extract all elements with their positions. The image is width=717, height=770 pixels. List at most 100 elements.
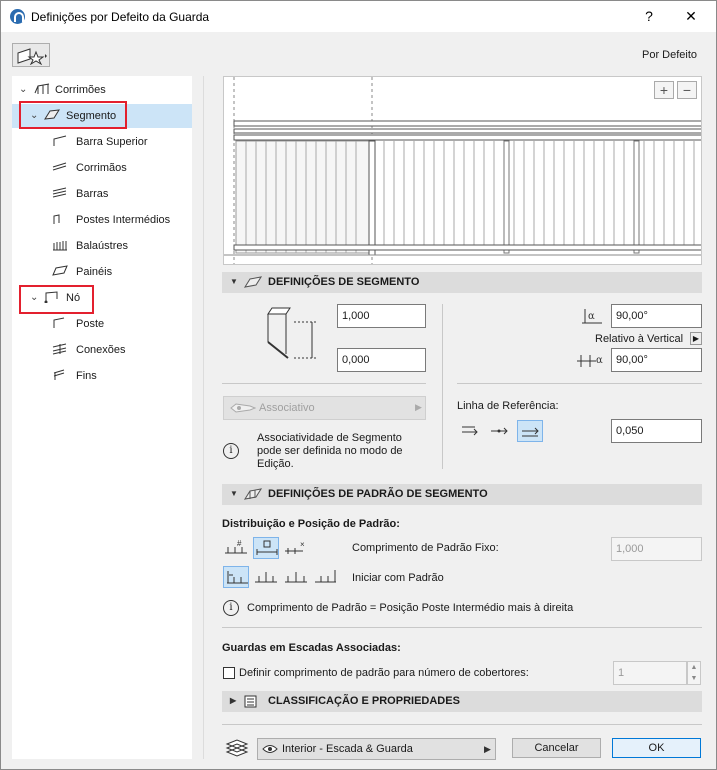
help-button[interactable]: ? [639, 8, 659, 24]
dropdown-arrow-icon: ▶ [484, 744, 491, 754]
title-bar: Definições por Defeito da Guarda ? ✕ [1, 1, 716, 32]
distribution-spacing-button[interactable]: × [283, 537, 309, 559]
tree-item-label: Poste [76, 318, 105, 330]
distribution-count-button[interactable]: # [223, 537, 249, 559]
start-pattern-center-button[interactable] [253, 566, 279, 588]
rails-icon [52, 187, 67, 198]
tree-item-postes-intermedios[interactable]: Postes Intermédios [12, 208, 192, 232]
pattern-info-text: Comprimento de Padrão = Posição Poste In… [247, 602, 574, 614]
window-title: Definições por Defeito da Guarda [31, 10, 210, 24]
fixed-length-label: Comprimento de Padrão Fixo: [352, 542, 499, 554]
collapse-triangle-icon: ▼ [230, 489, 238, 498]
reference-center-button[interactable] [487, 420, 513, 442]
segment-icon [244, 276, 262, 288]
rail-height-field[interactable]: 1,000 [337, 304, 426, 328]
handrail-icon [52, 162, 67, 171]
collapse-triangle-icon: ▼ [230, 277, 238, 286]
post-icon [53, 317, 65, 328]
layer-label: Interior - Escada & Guarda [282, 743, 413, 755]
expand-triangle-icon: ▶ [230, 696, 237, 705]
start-center-icon [255, 572, 277, 583]
associative-icon [230, 403, 256, 413]
segment-settings-header[interactable]: ▼ DEFINIÇÕES DE SEGMENTO [222, 272, 702, 293]
tread-count-checkbox[interactable] [223, 667, 235, 679]
highlight-box [19, 101, 127, 129]
divider [222, 724, 702, 725]
info-icon: i [223, 600, 239, 616]
reference-offset-field[interactable]: 0,050 [611, 419, 702, 443]
svg-text:α: α [596, 355, 603, 366]
connection-icon [52, 343, 67, 355]
layer-dropdown[interactable]: Interior - Escada & Guarda ▶ [257, 738, 496, 760]
distribution-spacing-icon: × [285, 540, 305, 554]
distribution-fixed-button[interactable] [253, 537, 279, 559]
zoom-in-button[interactable]: + [654, 81, 674, 99]
angle-field[interactable]: 90,00° [611, 304, 702, 328]
reference-center-icon [491, 427, 508, 435]
fixed-length-field[interactable]: 1,000 [611, 537, 702, 561]
reference-left-button[interactable] [459, 420, 485, 442]
tread-count-field[interactable]: 1 [613, 661, 687, 685]
reference-right-button[interactable] [517, 420, 543, 442]
cancel-button[interactable]: Cancelar [512, 738, 601, 758]
distribution-fixed-icon [256, 540, 278, 555]
section-title: DEFINIÇÕES DE PADRÃO DE SEGMENTO [268, 488, 488, 500]
relative-dropdown-label[interactable]: Relativo à Vertical [595, 333, 683, 345]
associative-info-line-3: Edição. [257, 458, 294, 470]
reference-line-label: Linha de Referência: [457, 400, 559, 412]
tree-item-barras[interactable]: Barras [12, 182, 192, 206]
railing-icon [34, 83, 50, 94]
ok-button[interactable]: OK [612, 738, 701, 758]
reference-right-icon [522, 427, 539, 437]
pattern-settings-header[interactable]: ▼ DEFINIÇÕES DE PADRÃO DE SEGMENTO [222, 484, 702, 505]
dropdown-arrow-icon: ▶ [415, 402, 422, 412]
favorites-button[interactable] [12, 43, 50, 67]
close-button[interactable]: ✕ [681, 8, 701, 25]
tree-item-balaustres[interactable]: Balaústres [12, 234, 192, 258]
svg-text:α: α [588, 311, 595, 322]
tread-count-stepper[interactable]: ▲ ▼ [687, 661, 701, 685]
tree-item-fins[interactable]: Fins [12, 364, 192, 388]
tree-item-corrimoes[interactable]: ⌄ Corrimões [12, 78, 192, 102]
panel-icon [52, 265, 68, 276]
eye-icon [262, 745, 278, 753]
dialog-window: Definições por Defeito da Guarda ? ✕ Por… [0, 0, 717, 770]
inner-post-icon [53, 214, 60, 224]
tree-item-label: Fins [76, 370, 97, 382]
tree-item-poste[interactable]: Poste [12, 312, 192, 336]
railing-preview-drawing [224, 77, 701, 264]
tree-item-corrimaos[interactable]: Corrimãos [12, 156, 192, 180]
tree-item-label: Painéis [76, 266, 113, 278]
tree-item-label: Corrimões [55, 84, 106, 96]
divider [442, 304, 443, 469]
tree-item-conexoes[interactable]: Conexões [12, 338, 192, 362]
start-left-icon [227, 571, 248, 584]
tree-item-label: Balaústres [76, 240, 128, 252]
start-pattern-label: Iniciar com Padrão [352, 572, 444, 584]
divider [222, 627, 702, 628]
classification-header[interactable]: ▶ CLASSIFICAÇÃO E PROPRIEDADES [222, 691, 702, 712]
associative-button[interactable]: Associativo ▶ [223, 396, 426, 420]
slope-field[interactable]: 90,00° [611, 348, 702, 372]
pattern-icon [244, 488, 262, 500]
zoom-out-button[interactable]: − [677, 81, 697, 99]
associative-label: Associativo [259, 402, 315, 414]
tree-item-paineis[interactable]: Painéis [12, 260, 192, 284]
baluster-icon [53, 241, 67, 251]
tread-count-label: Definir comprimento de padrão para númer… [239, 667, 529, 679]
tree-item-label: Barras [76, 188, 109, 200]
rail-offset-field[interactable]: 0,000 [337, 348, 426, 372]
chevron-down-icon[interactable]: ⌄ [19, 84, 27, 95]
start-pattern-left-button[interactable] [223, 566, 249, 588]
info-icon: i [223, 443, 239, 459]
top-rail-icon [53, 135, 67, 146]
stairs-title: Guardas em Escadas Associadas: [222, 642, 401, 654]
start-pattern-split-button[interactable] [283, 566, 309, 588]
start-right-icon [315, 570, 336, 583]
tree-item-label: Corrimãos [76, 162, 127, 174]
start-pattern-right-button[interactable] [313, 566, 339, 588]
tree-item-barra-superior[interactable]: Barra Superior [12, 130, 192, 154]
dropdown-arrow-icon[interactable]: ▶ [690, 332, 702, 345]
section-title: DEFINIÇÕES DE SEGMENTO [268, 276, 420, 288]
app-icon [10, 9, 25, 24]
